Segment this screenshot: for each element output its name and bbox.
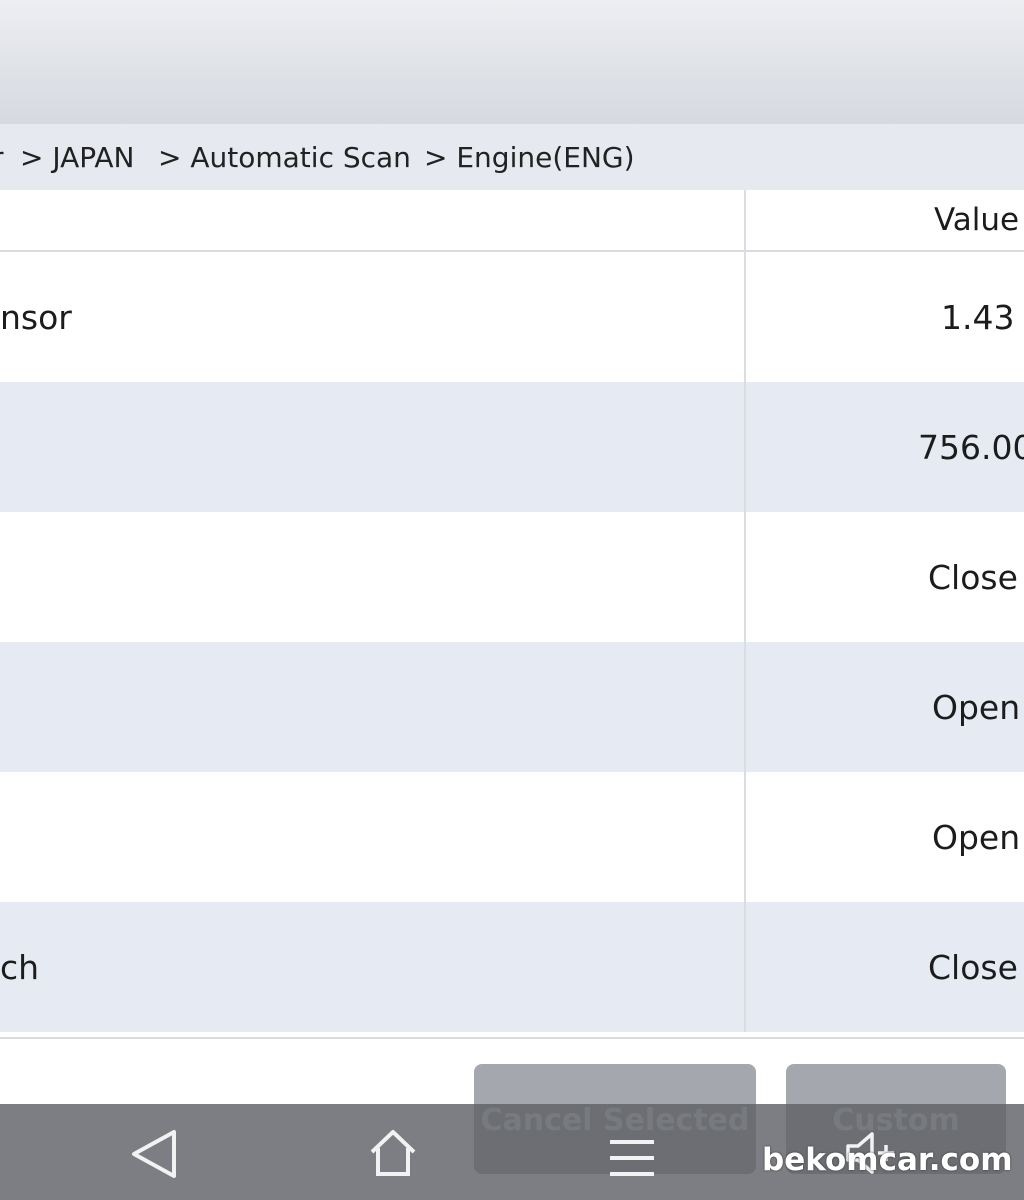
column-divider (744, 190, 746, 1032)
value-column-header: Value (934, 202, 1020, 238)
row-value: 1.43 (941, 298, 1015, 337)
breadcrumb: r > JAPAN > Automatic Scan > Engine(ENG) (0, 124, 1024, 190)
breadcrumb-item-automatic-scan[interactable]: > Automatic Scan (158, 141, 411, 175)
row-value: Close (928, 558, 1018, 597)
row-value: 756.00 (918, 428, 1024, 467)
top-header-bar (0, 0, 1024, 124)
breadcrumb-item-truncated[interactable]: r (0, 141, 4, 175)
data-stream-table: Value nsor 1.43 756.00 Close Open Open c… (0, 190, 1024, 1032)
breadcrumb-item-japan[interactable]: > JAPAN (20, 141, 134, 175)
breadcrumb-item-engine: > Engine(ENG) (424, 141, 635, 174)
menu-icon[interactable] (608, 1136, 656, 1180)
table-bottom-divider (0, 1037, 1024, 1039)
row-value: Close (928, 948, 1018, 987)
table-row[interactable]: Close (0, 512, 1024, 642)
table-row[interactable]: Open (0, 772, 1024, 902)
row-name: ch (0, 948, 40, 987)
watermark-text: bekomcar.com (762, 1142, 1013, 1178)
table-row[interactable]: ch Close (0, 902, 1024, 1032)
row-name: nsor (0, 298, 72, 337)
row-value: Open (932, 818, 1021, 857)
back-icon[interactable] (128, 1128, 180, 1180)
table-header-row: Value (0, 190, 1024, 252)
table-row[interactable]: nsor 1.43 (0, 252, 1024, 382)
row-value: Open (932, 688, 1021, 727)
home-icon[interactable] (366, 1126, 420, 1180)
table-row[interactable]: 756.00 (0, 382, 1024, 512)
table-row[interactable]: Open (0, 642, 1024, 772)
